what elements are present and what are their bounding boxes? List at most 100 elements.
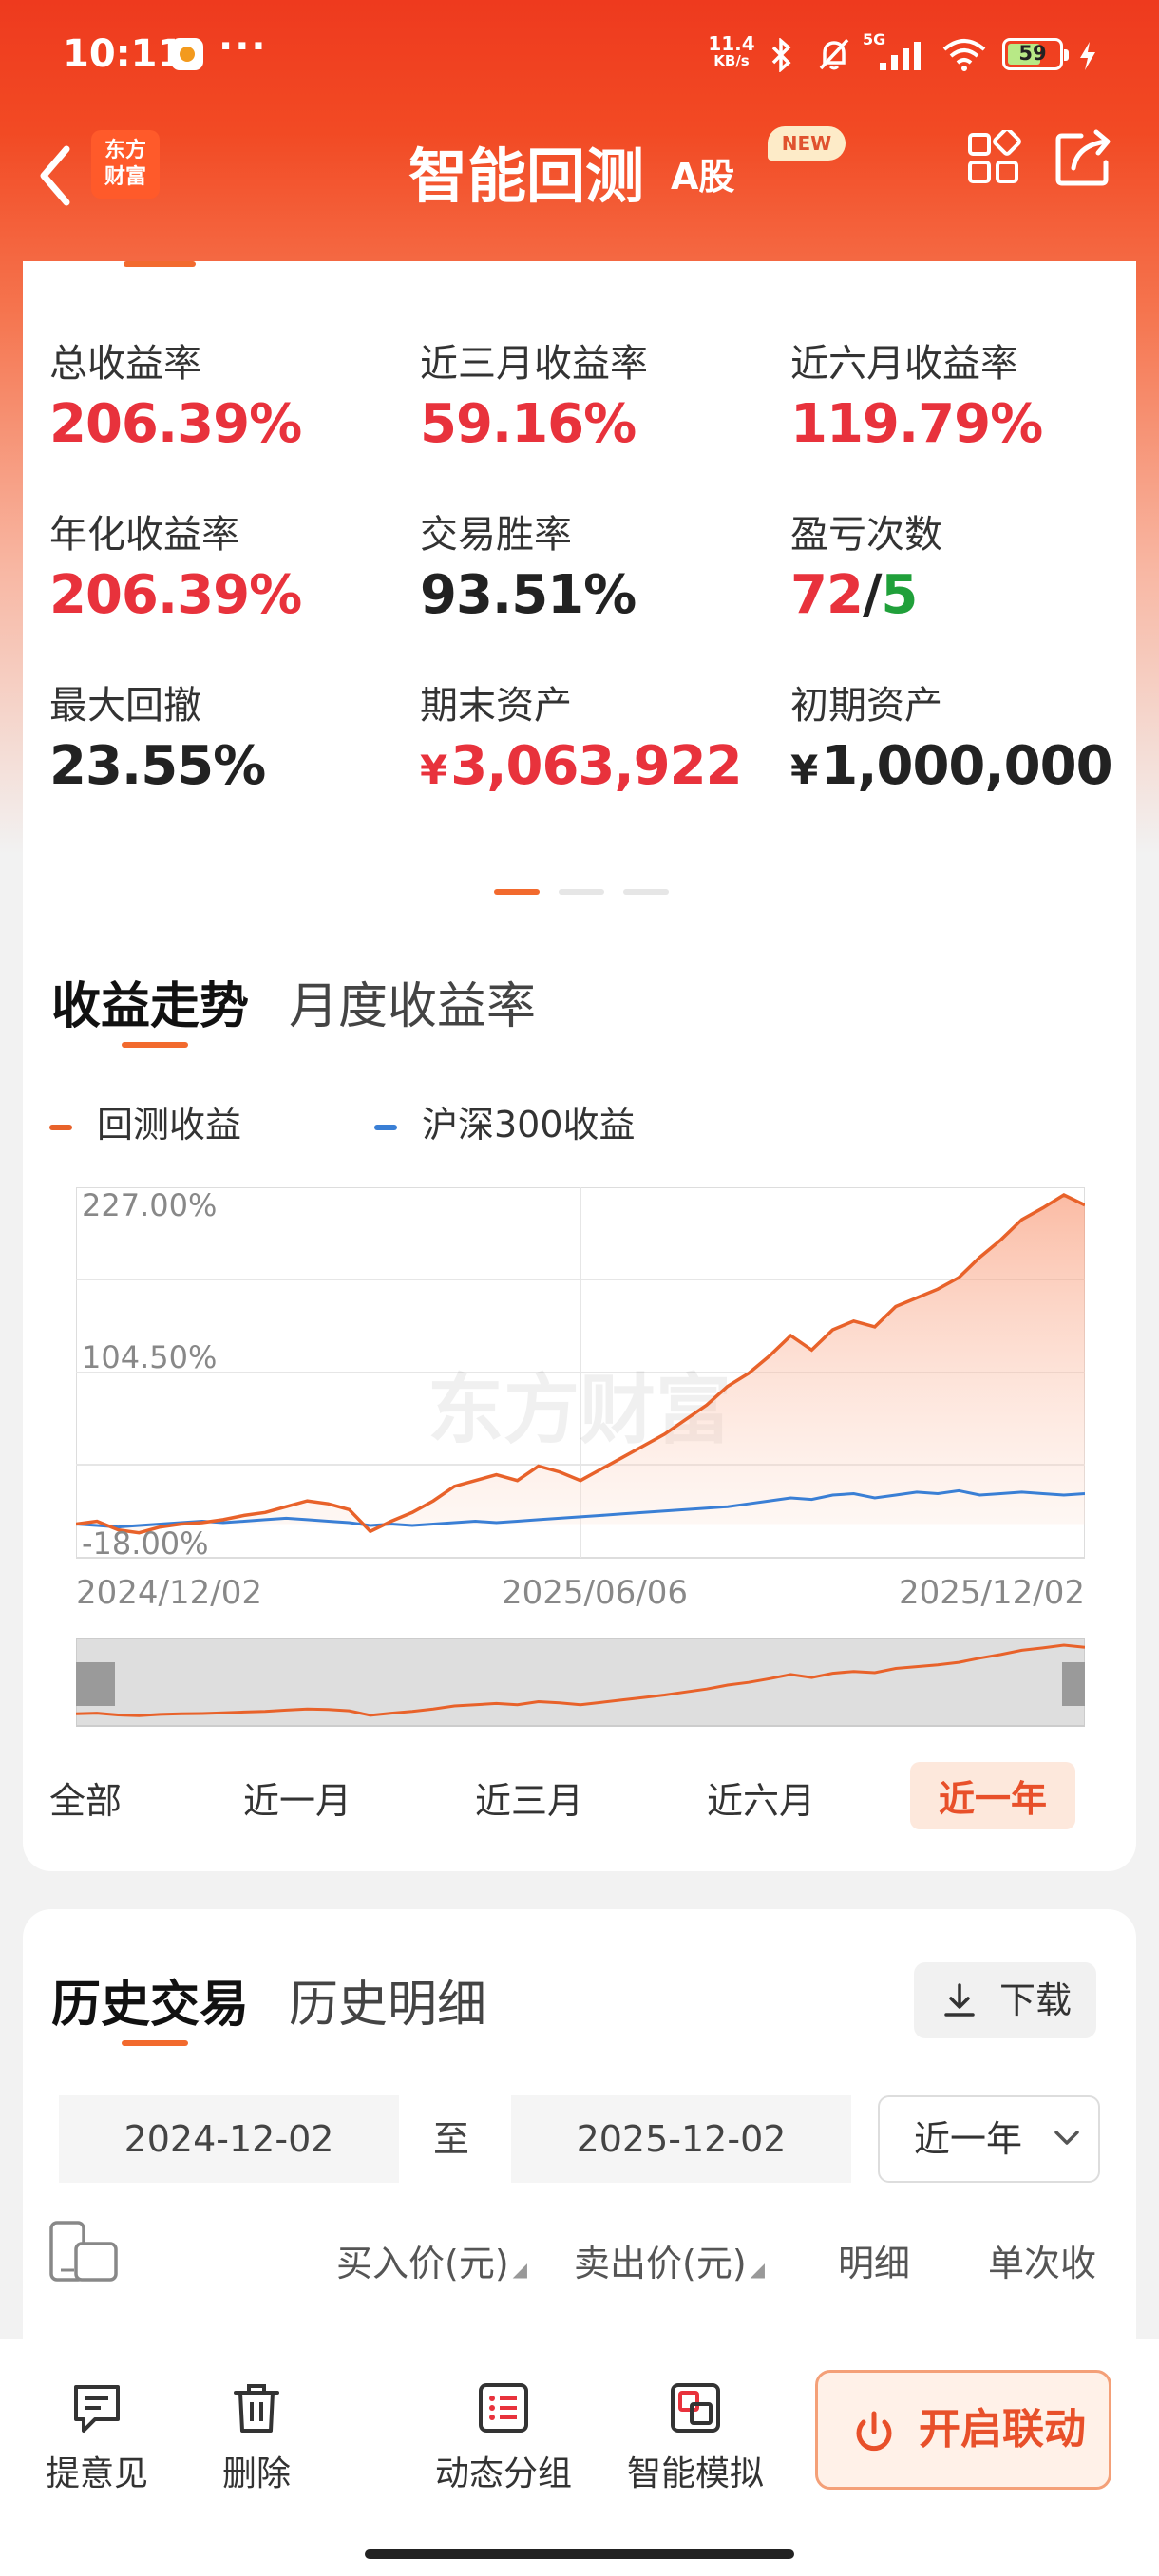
- col-label: 卖出价(元): [574, 2243, 747, 2284]
- col-detail: 明细: [838, 2243, 911, 2284]
- logo-line2: 财富: [104, 165, 146, 189]
- legend-label: 沪深300收益: [422, 1104, 636, 1146]
- share-icon[interactable]: [1053, 128, 1113, 189]
- cellular-signal-icon: [880, 42, 921, 70]
- stat-label: 盈亏次数: [790, 513, 942, 557]
- legend-swatch-blue: [374, 1124, 397, 1130]
- stat-value: 93.51%: [420, 564, 636, 626]
- tab-active-underline: [122, 2040, 188, 2046]
- stat-6m-return: 近六月收益率 119.79%: [790, 332, 1132, 455]
- page-indicator: [494, 881, 688, 899]
- col-single-return: 单次收: [988, 2243, 1097, 2284]
- delete-button[interactable]: 删除: [222, 2379, 291, 2495]
- feedback-icon: [74, 2385, 120, 2433]
- navigator-handle-right[interactable]: [1062, 1662, 1085, 1706]
- bluetooth-icon: [771, 38, 791, 72]
- dynamic-group-button[interactable]: 动态分组: [435, 2379, 572, 2495]
- network-speed-value: 11.4: [708, 32, 755, 55]
- rotate-screen-icon[interactable]: [48, 2219, 120, 2285]
- legend-swatch-orange: [49, 1124, 72, 1130]
- tab-active-underline: [122, 1042, 188, 1048]
- legend-label: 回测收益: [97, 1104, 242, 1146]
- stat-label: 初期资产: [790, 684, 942, 728]
- stat-ending-assets: 期末资产 ¥3,063,922: [420, 674, 762, 797]
- stat-value: 206.39%: [49, 564, 302, 626]
- page-title: 智能回测: [408, 142, 645, 211]
- range-all[interactable]: 全部: [49, 1771, 122, 1824]
- enable-linkage-label: 开启联动: [919, 2405, 1086, 2453]
- range-6m[interactable]: 近六月: [707, 1771, 815, 1824]
- market-label: A股: [671, 156, 735, 198]
- sort-icon: ◢: [512, 2258, 528, 2281]
- enable-linkage-button[interactable]: 开启联动: [815, 2370, 1112, 2490]
- range-1m[interactable]: 近一月: [243, 1771, 352, 1824]
- stat-value: 72/5: [790, 564, 1132, 626]
- tab-return-trend[interactable]: 收益走势: [51, 966, 249, 1037]
- backtest-summary-card: 总收益率 206.39% 近三月收益率 59.16% 近六月收益率 119.79…: [23, 261, 1136, 1871]
- x-tick-label: 2025/12/02: [899, 1574, 1085, 1612]
- power-icon: [856, 2411, 892, 2452]
- charging-icon: [1080, 42, 1095, 70]
- stat-max-drawdown: 最大回撤 23.55%: [49, 674, 391, 797]
- range-3m[interactable]: 近三月: [475, 1771, 583, 1824]
- stat-win-loss-count: 盈亏次数 72/5: [790, 503, 1132, 626]
- stat-label: 总收益率: [49, 342, 201, 386]
- wifi-icon: [942, 39, 986, 71]
- currency-symbol: ¥: [790, 747, 818, 793]
- feedback-label: 提意见: [46, 2454, 149, 2493]
- home-indicator: [365, 2549, 794, 2559]
- stat-label: 近六月收益率: [790, 342, 1018, 386]
- page-dot: [623, 889, 669, 895]
- page-dot-active: [494, 889, 540, 895]
- date-to-field[interactable]: 2025-12-02: [511, 2095, 851, 2183]
- tab-monthly-return[interactable]: 月度收益率: [289, 966, 536, 1037]
- brand-logo: 东方 财富: [91, 130, 160, 199]
- status-bar: 10:11 ··· 11.4 KB/s 5G 59: [0, 0, 1159, 109]
- date-from-field[interactable]: 2024-12-02: [59, 2095, 399, 2183]
- download-button[interactable]: 下载: [914, 1962, 1096, 2038]
- smart-simulate-button[interactable]: 智能模拟: [627, 2379, 764, 2495]
- col-buy-price[interactable]: 买入价(元) ◢: [336, 2234, 527, 2286]
- sort-icon: ◢: [750, 2258, 766, 2281]
- legend-csi300: 沪深300收益: [374, 1095, 636, 1147]
- amount: 1,000,000: [821, 735, 1112, 797]
- logo-line1: 东方: [104, 139, 146, 162]
- list-icon: [479, 2383, 528, 2433]
- dynamic-group-label: 动态分组: [435, 2454, 573, 2493]
- simulate-icon: [671, 2383, 720, 2433]
- stat-label: 最大回撤: [49, 684, 201, 728]
- stat-value: 59.16%: [420, 393, 636, 455]
- stat-win-rate: 交易胜率 93.51%: [420, 503, 762, 626]
- delete-label: 删除: [222, 2454, 292, 2493]
- stat-3m-return: 近三月收益率 59.16%: [420, 332, 762, 455]
- stat-annualized-return: 年化收益率 206.39%: [49, 503, 391, 626]
- x-tick-label: 2025/06/06: [502, 1574, 688, 1612]
- tab-history-detail[interactable]: 历史明细: [289, 1964, 486, 2036]
- download-icon: [944, 1983, 975, 2017]
- network-speed: 11.4 KB/s: [705, 34, 758, 68]
- battery-icon: 59: [1002, 38, 1069, 70]
- stat-value: ¥1,000,000: [790, 735, 1151, 797]
- trash-icon: [234, 2384, 279, 2433]
- stat-initial-assets: 初期资产 ¥1,000,000: [790, 674, 1151, 797]
- mute-bell-icon: [819, 38, 849, 70]
- range-1y[interactable]: 近一年: [910, 1762, 1076, 1829]
- period-select[interactable]: 近一年: [878, 2095, 1100, 2183]
- tab-trade-history[interactable]: 历史交易: [51, 1964, 249, 2036]
- period-select-value: 近一年: [914, 2118, 1023, 2160]
- grid-menu-icon[interactable]: [965, 130, 1022, 187]
- more-notifications-icon: ···: [218, 25, 268, 68]
- battery-level: 59: [1018, 42, 1047, 65]
- win-count: 72: [790, 564, 864, 626]
- stat-total-return: 总收益率 206.39%: [49, 332, 391, 455]
- nav-bar: 东方 财富 智能回测 A股 NEW: [0, 109, 1159, 261]
- stat-value: ¥3,063,922: [420, 735, 762, 797]
- col-sell-price[interactable]: 卖出价(元) ◢: [574, 2234, 765, 2286]
- return-trend-chart[interactable]: 东方财富 227.00% 104.50% -18.00% 2024/12/02 …: [76, 1187, 1085, 1729]
- y-tick-label: 104.50%: [82, 1339, 217, 1375]
- feedback-button[interactable]: 提意见: [46, 2379, 148, 2495]
- navigator-handle-left[interactable]: [76, 1662, 115, 1706]
- stat-value: 119.79%: [790, 393, 1043, 455]
- back-button[interactable]: [34, 128, 91, 223]
- loss-count: 5: [881, 564, 918, 626]
